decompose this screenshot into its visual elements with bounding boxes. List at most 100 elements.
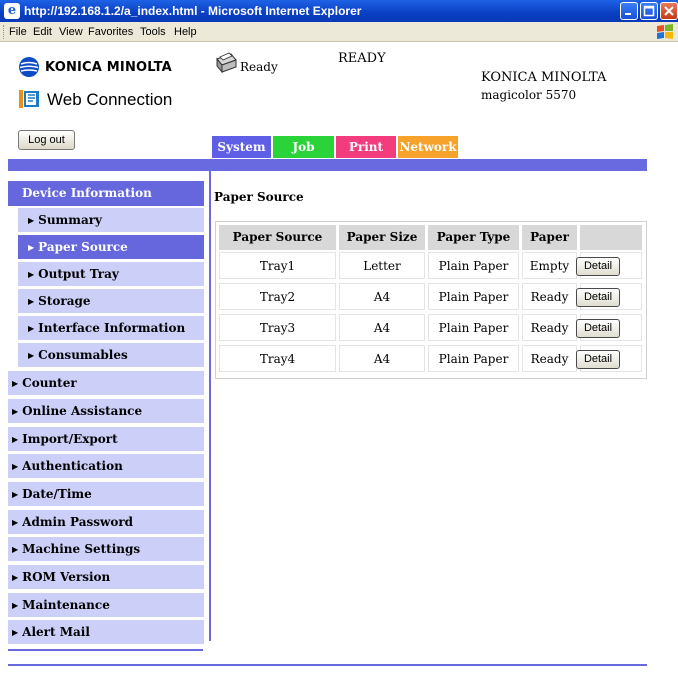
- sidebar-item-consumables[interactable]: ▶ Consumables: [18, 343, 204, 367]
- printer-state: Ready: [240, 60, 278, 74]
- triangle-right-icon: ▶: [28, 242, 35, 252]
- triangle-right-icon: ▶: [12, 489, 19, 499]
- triangle-right-icon: ▶: [12, 600, 19, 610]
- sidebar-item-rom-version[interactable]: ▶ ROM Version: [8, 565, 204, 589]
- tab-job[interactable]: Job: [273, 136, 334, 158]
- page-content: KONICA MINOLTA Web Connection Ready READ…: [0, 43, 678, 694]
- minimize-button[interactable]: [620, 2, 638, 20]
- triangle-right-icon: ▶: [12, 378, 19, 388]
- tab-print[interactable]: Print: [336, 136, 396, 158]
- sidebar-item-label: Admin Password: [22, 515, 134, 529]
- table-cell-paper-source: Tray4: [219, 345, 336, 372]
- sidebar-item-label: Storage: [38, 294, 91, 308]
- sidebar-item-label: Interface Information: [38, 321, 186, 335]
- sidebar-item-label: Authentication: [22, 459, 123, 473]
- menu-favorites[interactable]: Favorites: [88, 26, 133, 38]
- table-cell-paper-status: Ready: [522, 345, 577, 372]
- table-cell-paper-size: Letter: [339, 252, 425, 279]
- table-header-paper: Paper: [522, 225, 577, 250]
- sidebar-item-label: Date/Time: [22, 487, 92, 501]
- table-header-action: [580, 225, 642, 250]
- table-cell-paper-type: Plain Paper: [428, 314, 519, 341]
- triangle-right-icon: ▶: [28, 323, 35, 333]
- sidebar-item-label: Paper Source: [38, 240, 128, 254]
- product-name: Web Connection: [47, 90, 173, 109]
- sidebar-item-label: Consumables: [38, 348, 128, 362]
- table-cell-paper-source: Tray2: [219, 283, 336, 310]
- sidebar-item-interface-information[interactable]: ▶ Interface Information: [18, 316, 204, 340]
- triangle-right-icon: ▶: [12, 544, 19, 554]
- konica-minolta-logo-icon: [19, 57, 39, 77]
- sidebar-item-label: Online Assistance: [22, 404, 143, 418]
- menu-file[interactable]: File: [9, 26, 27, 38]
- table-cell-paper-size: A4: [339, 314, 425, 341]
- table-cell-paper-source: Tray3: [219, 314, 336, 341]
- table-cell-paper-size: A4: [339, 345, 425, 372]
- detail-button-tray1[interactable]: Detail: [576, 257, 620, 276]
- maximize-button[interactable]: [640, 2, 658, 20]
- logout-button[interactable]: Log out: [18, 130, 75, 150]
- paper-source-table: Paper Source Paper Size Paper Type Paper…: [215, 221, 647, 379]
- brand-name: KONICA MINOLTA: [45, 60, 172, 75]
- sidebar-divider: [8, 649, 203, 651]
- detail-button-tray3[interactable]: Detail: [576, 319, 620, 338]
- sidebar-item-admin-password[interactable]: ▶ Admin Password: [8, 510, 204, 534]
- menu-edit[interactable]: Edit: [33, 26, 52, 38]
- table-cell-paper-type: Plain Paper: [428, 345, 519, 372]
- sidebar-item-paper-source[interactable]: ▶ Paper Source: [18, 235, 204, 259]
- internet-explorer-icon: e: [4, 3, 20, 19]
- table-header-paper-type: Paper Type: [428, 225, 519, 250]
- table-cell-paper-type: Plain Paper: [428, 283, 519, 310]
- sidebar-item-label: Import/Export: [22, 432, 118, 446]
- table-cell-paper-status: Empty: [522, 252, 577, 279]
- table-cell-paper-size: A4: [339, 283, 425, 310]
- close-button[interactable]: [660, 2, 678, 20]
- table-cell-paper-source: Tray1: [219, 252, 336, 279]
- window-title-bar: e http://192.168.1.2/a_index.html - Micr…: [0, 0, 678, 22]
- maximize-icon: [643, 5, 655, 17]
- triangle-right-icon: ▶: [12, 627, 19, 637]
- sidebar-item-label: Output Tray: [38, 267, 119, 281]
- sidebar-item-alert-mail[interactable]: ▶ Alert Mail: [8, 620, 204, 644]
- sidebar-item-label: Alert Mail: [22, 625, 90, 639]
- sidebar-item-summary[interactable]: ▶ Summary: [18, 208, 204, 232]
- table-header-paper-size: Paper Size: [339, 225, 425, 250]
- triangle-right-icon: ▶: [12, 572, 19, 582]
- sidebar-item-label: Maintenance: [22, 598, 110, 612]
- triangle-right-icon: ▶: [28, 269, 35, 279]
- close-icon: [664, 6, 674, 16]
- sidebar-group-device-information[interactable]: Device Information: [8, 181, 204, 206]
- triangle-right-icon: ▶: [12, 434, 19, 444]
- sidebar-item-label: Machine Settings: [22, 542, 141, 556]
- window-title: http://192.168.1.2/a_index.html - Micros…: [24, 4, 362, 18]
- sidebar-item-output-tray[interactable]: ▶ Output Tray: [18, 262, 204, 286]
- triangle-right-icon: ▶: [12, 406, 19, 416]
- triangle-right-icon: ▶: [28, 296, 35, 306]
- table-cell-paper-status: Ready: [522, 314, 577, 341]
- sidebar-item-label: ROM Version: [22, 570, 111, 584]
- sidebar-item-authentication[interactable]: ▶ Authentication: [8, 454, 204, 478]
- tab-network[interactable]: Network: [398, 136, 458, 158]
- page-title: Paper Source: [214, 190, 304, 204]
- menu-tools[interactable]: Tools: [140, 26, 166, 38]
- sidebar-item-import-export[interactable]: ▶ Import/Export: [8, 427, 204, 451]
- sidebar-item-date-time[interactable]: ▶ Date/Time: [8, 482, 204, 506]
- detail-button-tray4[interactable]: Detail: [576, 350, 620, 369]
- device-vendor: KONICA MINOLTA: [481, 70, 607, 85]
- menu-view[interactable]: View: [59, 26, 83, 38]
- sidebar-item-machine-settings[interactable]: ▶ Machine Settings: [8, 537, 204, 561]
- device-model: magicolor 5570: [481, 88, 577, 102]
- footer-divider: [8, 664, 647, 666]
- sidebar-item-label: Counter: [22, 376, 77, 390]
- sidebar-item-maintenance[interactable]: ▶ Maintenance: [8, 593, 204, 617]
- detail-button-tray2[interactable]: Detail: [576, 288, 620, 307]
- table-cell-paper-status: Ready: [522, 283, 577, 310]
- menu-bar: File Edit View Favorites Tools Help: [0, 22, 678, 42]
- sidebar-item-storage[interactable]: ▶ Storage: [18, 289, 204, 313]
- tab-system[interactable]: System: [212, 136, 271, 158]
- sidebar-item-label: Summary: [38, 213, 103, 227]
- triangle-right-icon: ▶: [12, 461, 19, 471]
- sidebar-item-counter[interactable]: ▶ Counter: [8, 371, 204, 395]
- menu-help[interactable]: Help: [174, 26, 197, 38]
- sidebar-item-online-assistance[interactable]: ▶ Online Assistance: [8, 399, 204, 423]
